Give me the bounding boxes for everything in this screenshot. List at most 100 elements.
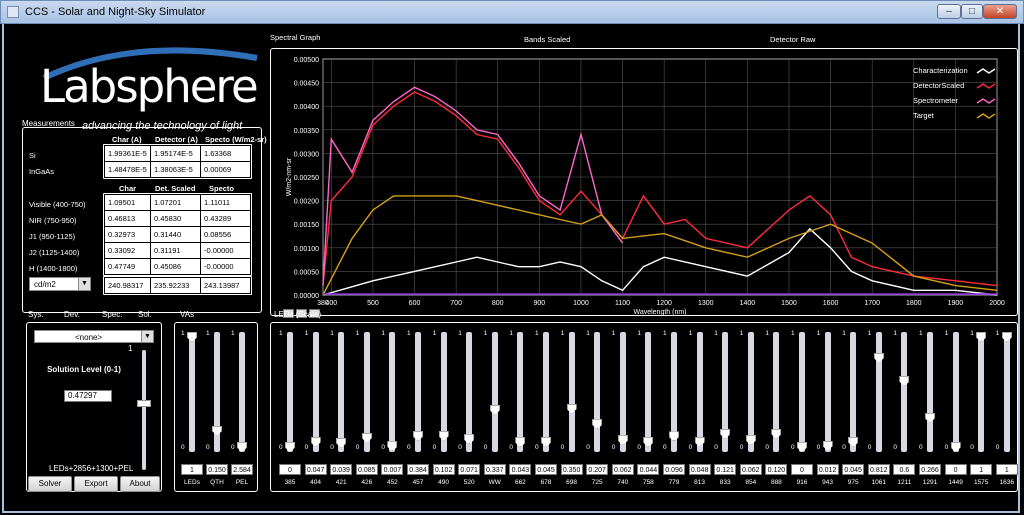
led-max: 1 <box>330 330 334 337</box>
solution-select[interactable]: <none> ▼ <box>34 330 154 343</box>
led-value: 0.085 <box>355 464 378 475</box>
tab-spec[interactable]: Spec. <box>102 310 122 319</box>
led-slider-track[interactable] <box>466 332 473 452</box>
legend-label: Spectrometer <box>913 96 959 105</box>
legend-swatch <box>976 83 996 89</box>
led-slider-track[interactable] <box>824 332 831 452</box>
x-tick-label: 1900 <box>948 300 964 307</box>
va-max: 1 <box>231 330 235 337</box>
led-slider-track[interactable] <box>747 332 754 452</box>
led-min: 0 <box>765 444 770 451</box>
led-slider-track[interactable] <box>594 332 601 452</box>
led-value: 0.048 <box>688 464 711 475</box>
maximize-button[interactable]: □ <box>961 4 983 19</box>
leds-title: LEDs (Scale) <box>274 310 322 319</box>
led-slider-track[interactable] <box>901 332 908 452</box>
led-slider-track[interactable] <box>338 332 345 452</box>
led-label: 457 <box>412 479 424 486</box>
led-min: 0 <box>688 444 693 451</box>
led-max: 1 <box>611 330 616 337</box>
led-slider-track[interactable] <box>850 332 857 452</box>
led-slider-track[interactable] <box>517 332 524 452</box>
led-slider-track[interactable] <box>978 332 985 452</box>
led-label: 426 <box>361 479 373 486</box>
led-slider-track[interactable] <box>875 332 882 452</box>
x-tick-label: 2000 <box>989 300 1005 307</box>
led-label: 421 <box>335 479 347 486</box>
close-button[interactable]: ✕ <box>983 4 1017 19</box>
va-slider-track[interactable] <box>189 332 195 452</box>
x-tick-label: 900 <box>534 300 546 307</box>
led-value: 0.6 <box>893 464 916 475</box>
band-label: J1 (950-1125) <box>29 232 76 241</box>
y-tick-label: 0.00400 <box>294 104 319 111</box>
band-header-detscaled: Det. Scaled <box>155 184 196 193</box>
app-window: CCS - Solar and Night-Sky Simulator – □ … <box>0 0 1024 515</box>
y-tick-label: 0.00200 <box>294 199 319 206</box>
led-slider-track[interactable] <box>389 332 396 452</box>
led-slider-track[interactable] <box>927 332 933 452</box>
band-cell: 1.11011 <box>200 194 251 211</box>
solver-label: Solver <box>38 479 62 488</box>
led-max: 1 <box>919 330 923 337</box>
det-header-detector: Detector (A) <box>155 135 198 144</box>
led-max: 1 <box>688 330 693 337</box>
series-line-target <box>322 195 998 296</box>
tab-spectral-graph[interactable]: Spectral Graph <box>270 33 320 42</box>
led-slider-track[interactable] <box>619 332 626 452</box>
band-cell: 1.09501 <box>104 194 151 211</box>
solution-slider-track[interactable] <box>142 350 146 470</box>
led-min: 0 <box>381 444 386 451</box>
det-header-specto: Specto (W/m2-sr) <box>205 135 267 144</box>
va-slider-track[interactable] <box>239 332 245 452</box>
va-min: 0 <box>206 444 210 451</box>
solution-level-input[interactable]: 0.47297 <box>64 390 112 402</box>
led-value: 0.044 <box>637 464 660 475</box>
led-label: 943 <box>822 479 834 486</box>
led-slider-track[interactable] <box>952 332 959 452</box>
led-min: 0 <box>791 444 795 451</box>
led-slider-track[interactable] <box>645 332 652 452</box>
solution-slider-thumb[interactable] <box>137 400 151 407</box>
led-value: 0.007 <box>381 464 404 475</box>
led-max: 1 <box>816 330 821 337</box>
led-max: 1 <box>381 330 386 337</box>
legend-label: Target <box>913 111 935 120</box>
solver-button[interactable]: Solver <box>28 476 72 492</box>
chart-svg: 0.00000 0.00050 0.00100 0.00150 0.00200 0.002… <box>286 57 1005 316</box>
led-slider-track[interactable] <box>543 332 549 452</box>
led-label: 1449 <box>948 479 963 486</box>
export-button[interactable]: Export <box>74 476 118 492</box>
led-label: 725 <box>591 479 603 486</box>
logo-text: Labsphere <box>40 60 259 113</box>
led-min: 0 <box>304 444 309 451</box>
led-min: 0 <box>535 444 539 451</box>
legend-swatch <box>976 113 996 119</box>
led-slider-track[interactable] <box>799 332 805 452</box>
led-slider-track[interactable] <box>568 332 575 452</box>
tab-dev[interactable]: Dev. <box>64 310 80 319</box>
tab-sol[interactable]: Sol. <box>138 310 152 319</box>
led-min: 0 <box>970 444 974 451</box>
led-min: 0 <box>995 444 1000 451</box>
led-slider-track[interactable] <box>491 332 498 452</box>
tab-detector-raw[interactable]: Detector Raw <box>770 35 815 44</box>
led-label: 813 <box>694 479 706 486</box>
legend-swatch <box>976 68 996 74</box>
led-slider-track[interactable] <box>287 332 293 452</box>
led-slider-track[interactable] <box>312 332 319 452</box>
tab-sys[interactable]: Sys. <box>28 310 44 319</box>
unit-select[interactable]: cd/m2 ▼ <box>29 277 91 291</box>
led-slider-track[interactable] <box>1003 332 1010 452</box>
led-value: 0.039 <box>330 464 353 475</box>
led-slider-track[interactable] <box>696 332 703 452</box>
about-button[interactable]: About <box>120 476 160 492</box>
led-max: 1 <box>995 330 1000 337</box>
minimize-button[interactable]: – <box>937 4 961 19</box>
led-min: 0 <box>944 444 949 451</box>
x-tick-label: 1400 <box>740 300 756 307</box>
export-label: Export <box>84 479 108 488</box>
led-value: 0.043 <box>509 464 532 475</box>
tab-bands-scaled[interactable]: Bands Scaled <box>524 35 570 44</box>
total-char: 240.98317 <box>104 277 151 294</box>
